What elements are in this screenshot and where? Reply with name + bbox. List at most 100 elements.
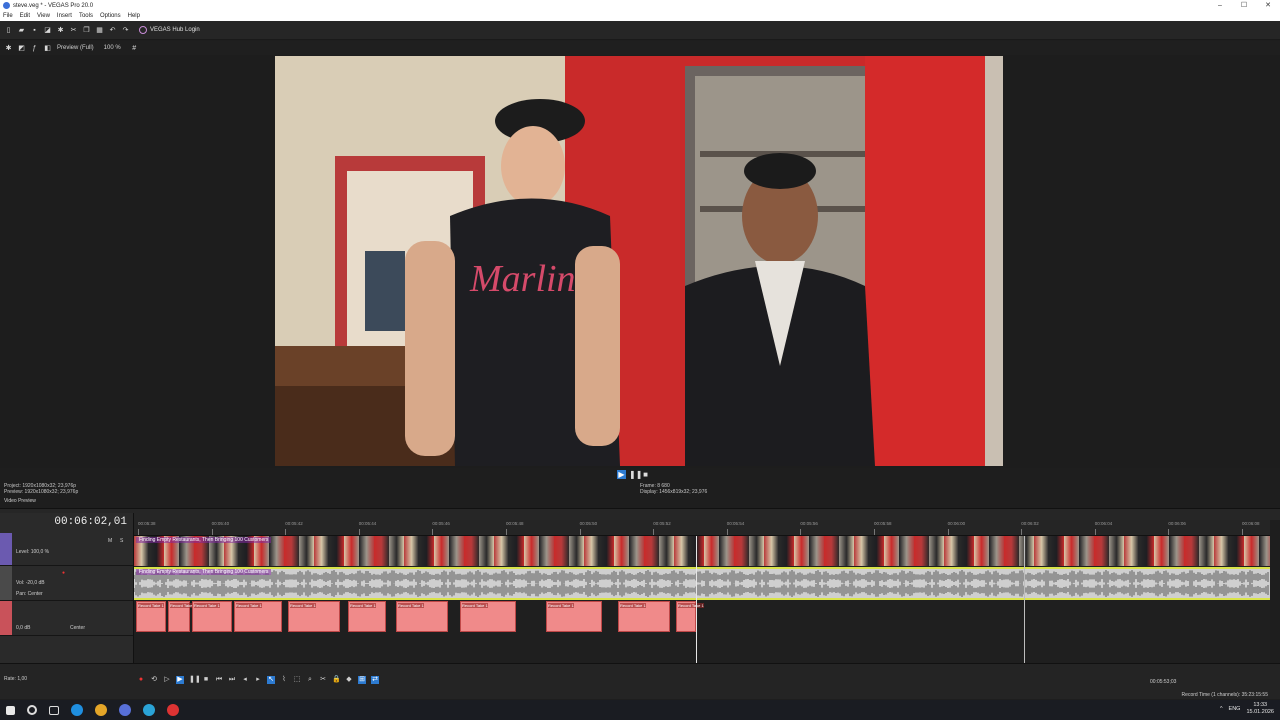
search-icon[interactable] bbox=[27, 705, 37, 715]
envelope-tool-icon[interactable]: ⌇ bbox=[280, 676, 288, 684]
audio-track-2-header[interactable]: 0,0 dB Center bbox=[0, 601, 133, 636]
solo-button[interactable]: S bbox=[120, 538, 123, 544]
menu-file[interactable]: File bbox=[3, 13, 13, 19]
render-icon[interactable]: ◪ bbox=[44, 27, 51, 34]
close-button[interactable]: ✕ bbox=[1256, 0, 1280, 11]
audio-clip[interactable]: Record Take 1 bbox=[618, 601, 670, 632]
go-to-start-icon[interactable]: ⏮ bbox=[215, 676, 223, 684]
stop-icon[interactable]: ■ bbox=[641, 470, 650, 479]
frame-info: Frame: 8 680 Display: 1456x819x32; 23,97… bbox=[640, 483, 707, 495]
split-icon[interactable]: ✂ bbox=[319, 676, 327, 684]
auto-ripple-icon[interactable]: ⇄ bbox=[371, 676, 379, 684]
marker-line bbox=[1024, 536, 1025, 663]
menu-edit[interactable]: Edit bbox=[20, 13, 30, 19]
record-arm-icon[interactable]: ● bbox=[62, 570, 65, 576]
settings-gear-icon[interactable]: ✱ bbox=[57, 27, 64, 34]
minimize-button[interactable]: – bbox=[1208, 0, 1232, 11]
trim-icon[interactable]: ✂ bbox=[70, 27, 77, 34]
audio-clip[interactable]: Record Take 1 bbox=[460, 601, 516, 632]
save-icon[interactable]: ▪ bbox=[31, 27, 38, 34]
lock-icon[interactable]: 🔒 bbox=[332, 676, 341, 684]
video-thumbnail bbox=[614, 536, 629, 566]
selection-tool-icon[interactable]: ⬚ bbox=[293, 676, 301, 684]
go-to-end-icon[interactable]: ⏭ bbox=[228, 676, 236, 684]
audio-clip-label: Record Take 1 bbox=[678, 603, 704, 608]
audio-clip[interactable]: Record Take 1 bbox=[234, 601, 282, 632]
menu-help[interactable]: Help bbox=[128, 13, 140, 19]
audio-clip[interactable]: Record Take 1 bbox=[192, 601, 232, 632]
chrome-browser-icon[interactable] bbox=[95, 704, 107, 716]
audio-track-1-header[interactable]: Vol: -20,0 dB Pan: Center ● bbox=[0, 566, 133, 601]
tray-chevron-icon[interactable]: ^ bbox=[1220, 706, 1223, 712]
audio-clip[interactable]: Record Take 1 bbox=[396, 601, 448, 632]
preview-quality-dropdown[interactable]: Preview (Full) bbox=[57, 45, 94, 51]
zoom-tool-icon[interactable]: ⌕ bbox=[306, 676, 314, 684]
pause-button[interactable]: ❚❚ bbox=[189, 676, 201, 684]
preview-settings-icon[interactable]: ✱ bbox=[5, 45, 12, 52]
ruler-tick bbox=[506, 529, 507, 535]
zoom-dropdown[interactable]: 100 % bbox=[104, 45, 121, 51]
split-screen-icon[interactable]: ◧ bbox=[44, 45, 51, 52]
stop-button[interactable]: ■ bbox=[202, 676, 210, 684]
play-from-start-icon[interactable]: ▷ bbox=[163, 676, 171, 684]
video-thumbnail bbox=[1079, 536, 1094, 566]
pause-icon[interactable]: ❚❚ bbox=[629, 470, 642, 479]
video-track-header[interactable]: Level: 100,0 % M S bbox=[0, 533, 133, 566]
menu-tools[interactable]: Tools bbox=[79, 13, 93, 19]
video-thumbnail bbox=[524, 536, 539, 566]
redo-icon[interactable]: ↷ bbox=[122, 27, 129, 34]
play-icon[interactable]: ▶ bbox=[617, 470, 626, 479]
open-folder-icon[interactable]: ▰ bbox=[18, 27, 25, 34]
video-thumbnail bbox=[734, 536, 749, 566]
menu-insert[interactable]: Insert bbox=[57, 13, 72, 19]
clock[interactable]: 13:33 15.01.2026 bbox=[1240, 702, 1274, 715]
task-view-icon[interactable] bbox=[49, 705, 59, 715]
recorder-app-icon[interactable] bbox=[167, 704, 179, 716]
video-thumbnail bbox=[1229, 536, 1244, 566]
audio-track-1[interactable]: Finding Empty Restaurants, Then Bringing… bbox=[134, 567, 1270, 600]
fx-icon[interactable]: ƒ bbox=[31, 45, 38, 52]
maximize-button[interactable]: ☐ bbox=[1232, 0, 1256, 11]
mute-button[interactable]: M bbox=[108, 538, 112, 544]
video-thumbnail bbox=[1259, 536, 1270, 566]
menu-options[interactable]: Options bbox=[100, 13, 121, 19]
undo-icon[interactable]: ↶ bbox=[109, 27, 116, 34]
record-button[interactable]: ● bbox=[137, 676, 145, 684]
hub-login[interactable]: VEGAS Hub Login bbox=[139, 26, 200, 34]
external-monitor-icon[interactable]: ◩ bbox=[18, 45, 25, 52]
audio-clip[interactable]: Record Take 1 bbox=[288, 601, 340, 632]
prev-frame-icon[interactable]: ◂ bbox=[241, 676, 249, 684]
grid-icon[interactable]: # bbox=[131, 45, 138, 52]
copy-icon[interactable]: ❐ bbox=[83, 27, 90, 34]
audio-clip[interactable]: Record Take 1 bbox=[676, 601, 704, 632]
audio-clip[interactable]: Record Take 1 bbox=[136, 601, 166, 632]
snap-icon[interactable]: ⊞ bbox=[358, 676, 366, 684]
vegas-taskbar-icon[interactable] bbox=[119, 704, 131, 716]
edge-browser-icon[interactable] bbox=[71, 704, 83, 716]
audio-clip[interactable]: Record Take 1 bbox=[546, 601, 602, 632]
video-thumbnail bbox=[329, 536, 344, 566]
audio-track-2[interactable]: Record Take 1 Record Take 1 Record Take 1R… bbox=[134, 600, 1270, 633]
menu-view[interactable]: View bbox=[37, 13, 50, 19]
language-indicator[interactable]: ENG bbox=[1229, 706, 1241, 712]
timeline-area[interactable]: 00:05:38 00:05:40 00:05:42 00:05:44 00:05:46… bbox=[134, 520, 1270, 663]
video-preview-tab[interactable]: Video Preview bbox=[4, 498, 36, 504]
marker-icon[interactable]: ◆ bbox=[345, 676, 353, 684]
ruler-tick-label: 00:05:50 bbox=[579, 521, 598, 526]
time-ruler[interactable]: 00:05:38 00:05:40 00:05:42 00:05:44 00:05:46… bbox=[134, 520, 1270, 536]
video-track[interactable]: Finding Empty Restaurants, Then Bringing… bbox=[134, 536, 1270, 566]
video-thumbnail bbox=[539, 536, 554, 566]
clock-time: 13:33 bbox=[1253, 702, 1268, 708]
windows-start-icon[interactable] bbox=[6, 705, 15, 715]
playhead-cursor[interactable] bbox=[696, 536, 697, 663]
loop-icon[interactable]: ⟲ bbox=[150, 676, 158, 684]
normal-edit-tool-icon[interactable]: ↖ bbox=[267, 676, 275, 684]
audio-clip[interactable]: Record Take 1 bbox=[168, 601, 196, 632]
telegram-icon[interactable] bbox=[143, 704, 155, 716]
new-file-icon[interactable]: ▯ bbox=[5, 27, 12, 34]
audio-clip[interactable]: Record Take 1 bbox=[348, 601, 386, 632]
paste-icon[interactable]: ▦ bbox=[96, 27, 103, 34]
play-button[interactable]: ▶ bbox=[176, 676, 184, 684]
ruler-tick bbox=[285, 529, 287, 535]
next-frame-icon[interactable]: ▸ bbox=[254, 676, 262, 684]
